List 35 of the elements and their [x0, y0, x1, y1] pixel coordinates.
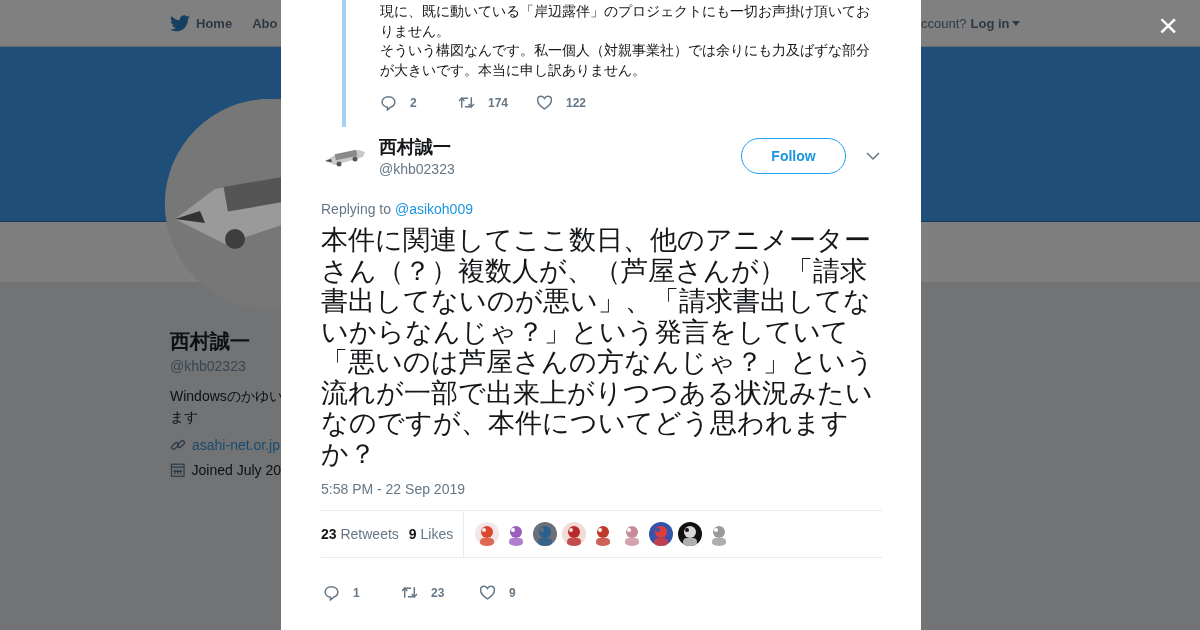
- retweet-icon: [458, 94, 475, 111]
- retweet-count[interactable]: 23 Retweets: [321, 526, 399, 542]
- heart-icon: [479, 584, 496, 601]
- profile-bio: Windowsのかゆい ます: [170, 387, 281, 427]
- replying-to-text: Replying to @asikoh009: [321, 201, 474, 217]
- speech-bubble-icon: [380, 94, 397, 111]
- about-link[interactable]: Abo: [252, 15, 278, 31]
- account-prompt: ccount?: [921, 15, 967, 31]
- parent-tweet-text: 現に、既に動いている「岸辺露伴」のプロジェクトにも一切お声掛け頂いておりません。 そういう構図なんです。私一個人（対親事業社）では余りにも力及ばずな部分が大きいです。本当に申し訳ありません。: [380, 2, 871, 80]
- mention-link[interactable]: @asikoh009: [394, 201, 473, 217]
- bird-icon: [170, 14, 190, 32]
- caret-icon: [1011, 20, 1020, 26]
- profile-name: 西村誠一: [170, 329, 251, 354]
- heart-icon: [536, 94, 553, 111]
- retweet-button[interactable]: 174: [458, 94, 536, 111]
- joined-date: Joined July 20: [191, 462, 281, 478]
- home-link[interactable]: Home: [170, 14, 233, 32]
- reply-button[interactable]: 2: [380, 94, 458, 111]
- tweet-text: 本件に関連してここ数日、他のアニメーターさん（？）複数人が、（芦屋さんが）「請求書出してないのが悪い」、「請求書出してないからなんじゃ？」という発言をしていて「悪いのは芦屋さんの方なんじゃ？」という流れが一部で出来上がりつつある状況みたいなのですが、本件についてどう思われますか？: [321, 225, 875, 469]
- calendar-icon: [170, 462, 186, 478]
- close-button[interactable]: ×: [1158, 8, 1178, 42]
- retweet-icon: [401, 584, 418, 601]
- link-icon: [170, 437, 186, 453]
- follow-button[interactable]: Follow: [741, 138, 846, 174]
- author-handle: @khb02323: [379, 161, 456, 177]
- reply-button[interactable]: 1: [323, 584, 401, 601]
- retweet-button[interactable]: 23: [401, 584, 479, 601]
- like-button[interactable]: 122: [536, 94, 614, 111]
- like-count[interactable]: 9 Likes: [408, 526, 454, 542]
- speech-bubble-icon: [323, 584, 340, 601]
- login-menu[interactable]: Log in: [970, 15, 1020, 31]
- chevron-down-icon[interactable]: [866, 149, 880, 163]
- like-button[interactable]: 9: [479, 584, 557, 601]
- tweet-timestamp: 5:58 PM - 22 Sep 2019: [321, 481, 466, 497]
- author-name: 西村誠一: [379, 136, 452, 159]
